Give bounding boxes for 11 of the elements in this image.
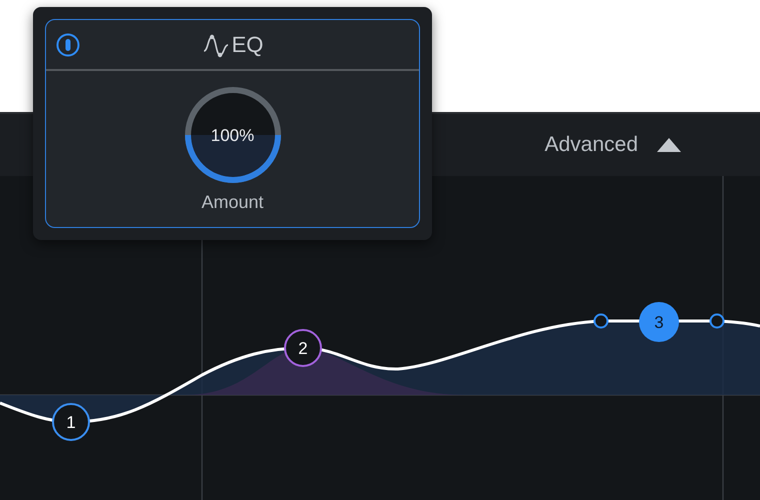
band-handle[interactable]: [594, 314, 608, 328]
power-button[interactable]: [56, 33, 80, 57]
eq-node[interactable]: 3: [639, 302, 679, 342]
advanced-toggle[interactable]: Advanced: [544, 125, 682, 165]
knob-reading: 100%: [210, 125, 256, 147]
eq-node[interactable]: 1: [52, 403, 90, 441]
panel-title: EQ: [232, 31, 264, 59]
eq-node[interactable]: 2: [284, 329, 322, 367]
amount-knob[interactable]: 100%: [182, 85, 282, 185]
band-handle[interactable]: [710, 314, 724, 328]
knob-label: Amount: [201, 191, 264, 214]
